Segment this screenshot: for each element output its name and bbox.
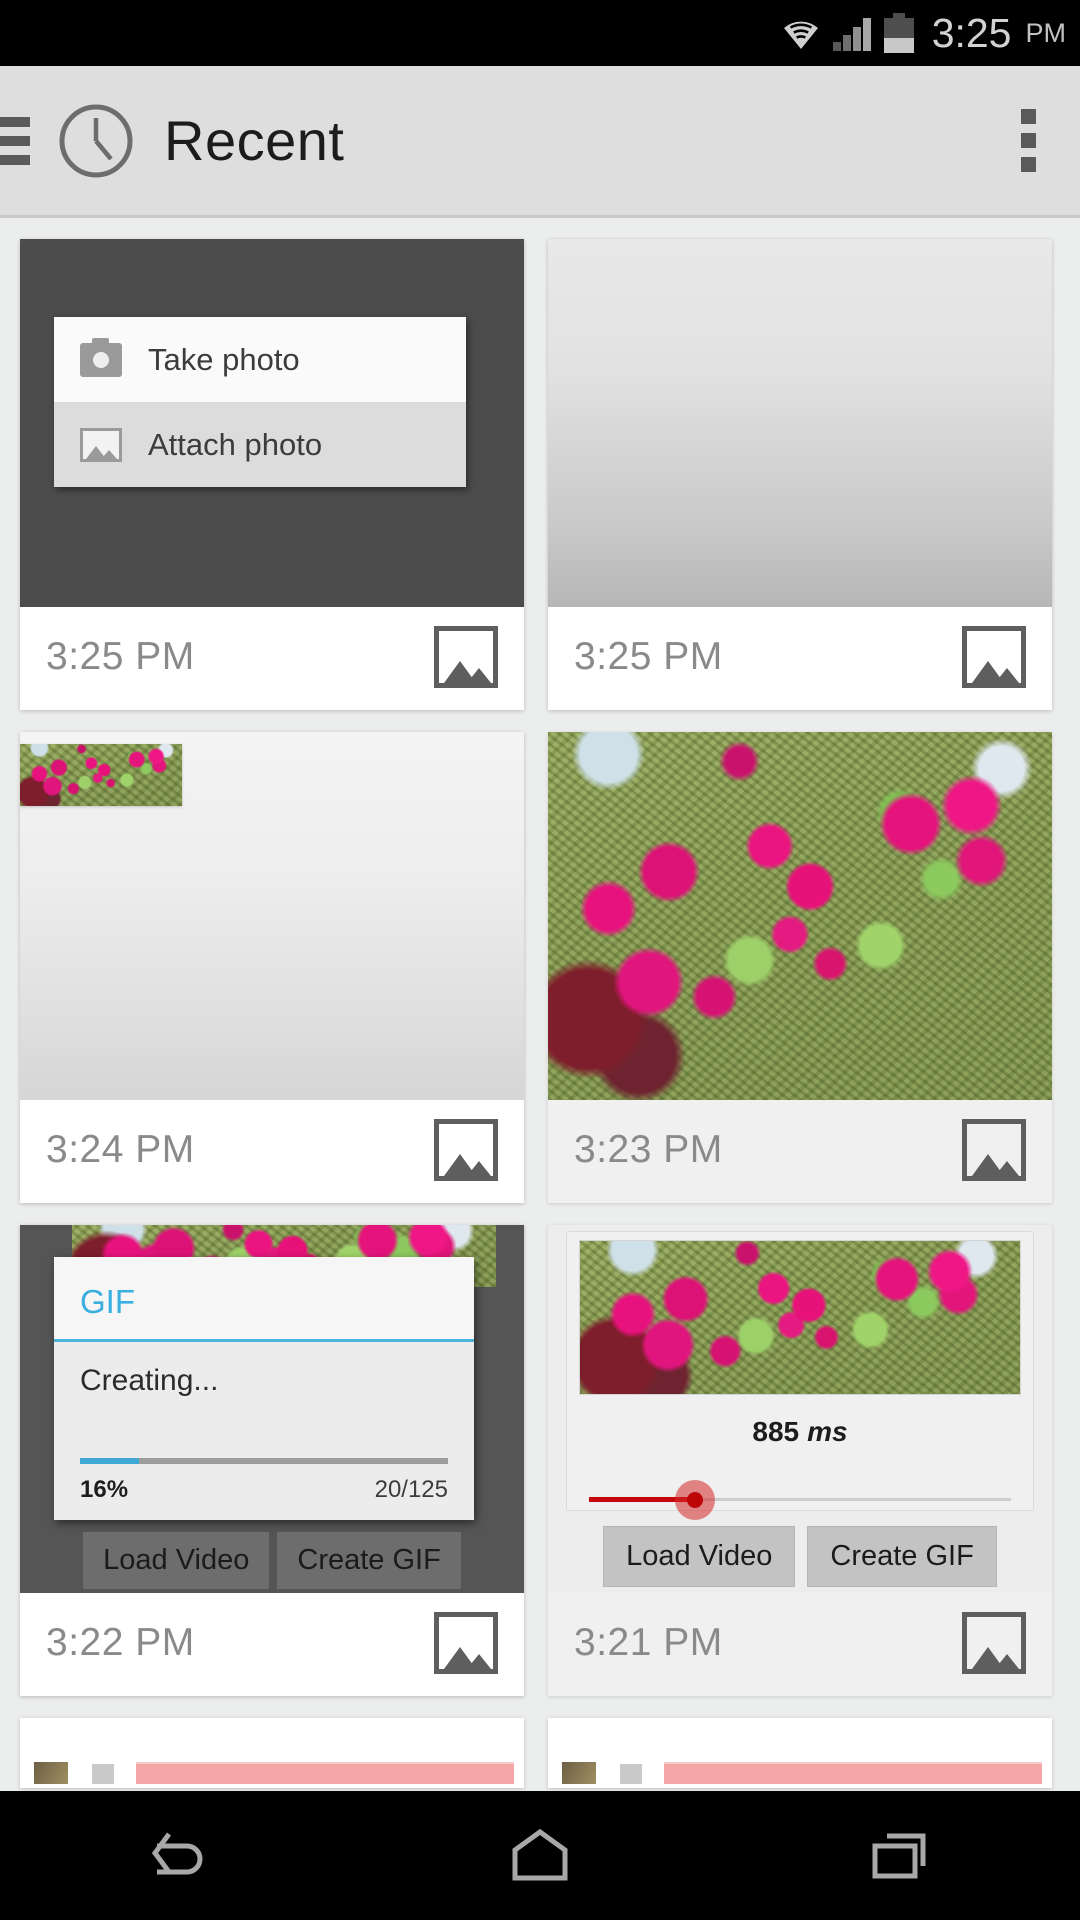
screenshot-card[interactable]: 3:24 PM: [20, 732, 524, 1203]
gif-dialog-title: GIF: [54, 1257, 474, 1339]
image-icon[interactable]: [434, 1612, 498, 1674]
card-footer: 3:25 PM: [548, 607, 1052, 707]
image-icon[interactable]: [962, 1612, 1026, 1674]
status-bar-clock: 3:25: [931, 9, 1012, 56]
screenshot-card[interactable]: 885 ms Load Video Create GIF 3:21 PM: [548, 1225, 1052, 1696]
image-icon[interactable]: [962, 1119, 1026, 1181]
image-icon[interactable]: [434, 626, 498, 688]
card-footer: 3:22 PM: [20, 1593, 524, 1693]
recent-screenshots-grid[interactable]: Take photo Attach photo 3:25 PM 3:25 PM: [0, 221, 1080, 1791]
card-thumbnail[interactable]: [20, 732, 524, 1100]
navigation-bar: [0, 1791, 1080, 1920]
flower-photo: [548, 732, 1052, 1100]
card-thumbnail[interactable]: Take photo Attach photo: [20, 239, 524, 607]
create-gif-button: Create GIF: [277, 1532, 461, 1589]
picture-icon: [80, 428, 122, 462]
card-footer: 3:21 PM: [548, 1593, 1052, 1693]
popup-menu: Take photo Attach photo: [54, 317, 466, 487]
wifi-icon: [778, 15, 824, 51]
status-bar-ampm: PM: [1025, 17, 1067, 48]
popup-menu-item-attach-photo: Attach photo: [54, 402, 466, 487]
camera-icon: [80, 337, 122, 377]
card-thumbnail[interactable]: 885 ms Load Video Create GIF: [548, 1225, 1052, 1593]
load-video-button: Load Video: [603, 1526, 796, 1587]
back-arrow-icon[interactable]: [80, 1826, 280, 1886]
home-icon[interactable]: [440, 1826, 640, 1886]
thumbnail-photo: [20, 744, 182, 806]
gif-progress-dialog: GIF Creating... 16% 20/125: [54, 1257, 474, 1520]
card-thumbnail[interactable]: GIF Creating... 16% 20/125 Load Video Cr…: [20, 1225, 524, 1593]
clock-icon: [56, 101, 136, 181]
gif-dialog-status: Creating...: [80, 1364, 219, 1397]
load-video-button: Load Video: [83, 1532, 270, 1589]
card-thumbnail[interactable]: [548, 239, 1052, 607]
screenshot-card[interactable]: Take photo Attach photo 3:25 PM: [20, 239, 524, 710]
cell-signal-icon: [832, 15, 876, 51]
gif-progress-percent: 16%: [80, 1476, 129, 1503]
screenshot-card[interactable]: 3:25 PM: [548, 239, 1052, 710]
hamburger-menu-icon[interactable]: [0, 116, 42, 165]
popup-item-label: Take photo: [148, 341, 300, 377]
card-timestamp: 3:25 PM: [574, 635, 723, 678]
create-gif-button: Create GIF: [807, 1526, 997, 1587]
card-footer: 3:23 PM: [548, 1100, 1052, 1200]
battery-icon: [883, 13, 914, 53]
image-icon[interactable]: [962, 626, 1026, 688]
card-timestamp: 3:22 PM: [46, 1621, 195, 1664]
screenshot-card-partial[interactable]: [20, 1718, 524, 1788]
card-timestamp: 3:21 PM: [574, 1621, 723, 1664]
recent-apps-icon[interactable]: [800, 1826, 1000, 1886]
page-title: Recent: [164, 108, 345, 172]
card-thumbnail[interactable]: [548, 732, 1052, 1100]
action-bar: Recent: [0, 66, 1080, 218]
gif-progress-bar: [80, 1458, 448, 1464]
image-icon[interactable]: [434, 1119, 498, 1181]
overflow-menu-icon[interactable]: [1021, 109, 1036, 172]
phone-screen: 3:25 PM Recent Take photo Attach photo 3…: [0, 0, 1080, 1920]
card-footer: 3:24 PM: [20, 1100, 524, 1200]
frame-duration-slider: [589, 1480, 1011, 1520]
status-bar: 3:25 PM: [0, 0, 1080, 66]
card-footer: 3:25 PM: [20, 607, 524, 707]
screenshot-card[interactable]: GIF Creating... 16% 20/125 Load Video Cr…: [20, 1225, 524, 1696]
popup-menu-item-take-photo: Take photo: [54, 317, 466, 402]
frame-duration-label: 885 ms: [752, 1416, 848, 1447]
card-timestamp: 3:23 PM: [574, 1128, 723, 1171]
gif-progress-count: 20/125: [374, 1476, 448, 1503]
popup-item-label: Attach photo: [148, 427, 323, 462]
gif-editor-panel: 885 ms: [566, 1231, 1034, 1520]
editor-preview-photo: [579, 1240, 1021, 1395]
card-timestamp: 3:24 PM: [46, 1128, 195, 1171]
screenshot-card[interactable]: 3:23 PM: [548, 732, 1052, 1203]
screenshot-card-partial[interactable]: [548, 1718, 1052, 1788]
card-timestamp: 3:25 PM: [46, 635, 195, 678]
